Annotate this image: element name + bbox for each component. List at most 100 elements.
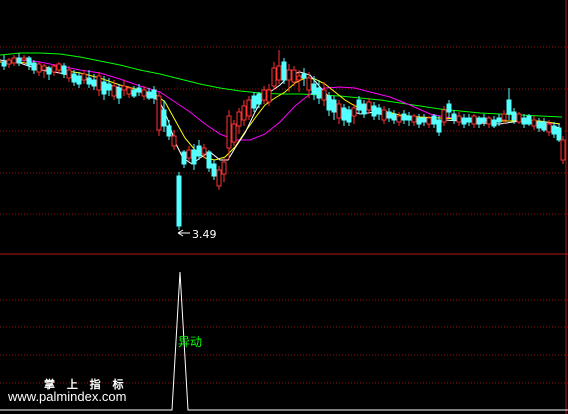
candle-body <box>36 63 42 73</box>
candle-body <box>21 57 27 61</box>
candle-body <box>156 95 162 131</box>
candle-body <box>376 107 382 115</box>
candle-body <box>186 149 192 159</box>
candle-body <box>396 115 402 123</box>
candle-body <box>496 117 502 123</box>
candle-body <box>231 123 237 143</box>
candle-body <box>451 113 457 121</box>
candle-body <box>361 103 367 115</box>
candle-body <box>560 139 566 161</box>
candle-body <box>241 105 247 121</box>
candle-body <box>516 113 522 123</box>
candle-body <box>326 95 332 111</box>
candle-body <box>116 87 122 99</box>
candle-body <box>251 95 257 109</box>
candle-body <box>381 109 387 121</box>
candle-body <box>256 93 262 105</box>
candle-body <box>471 115 477 125</box>
candle-body <box>41 65 47 71</box>
candle-body <box>466 117 472 123</box>
candle-body <box>346 109 352 123</box>
candle-body <box>416 117 422 125</box>
candle-body <box>61 65 67 75</box>
candle-body <box>421 117 427 123</box>
candle-body <box>246 99 252 117</box>
candle-body <box>6 59 12 65</box>
candle-body <box>331 99 337 113</box>
candle-body <box>536 121 542 129</box>
candlestick-series <box>1 50 566 230</box>
candle-body <box>31 62 37 71</box>
candle-body <box>481 117 487 123</box>
watermark-url: www.palmindex.com <box>8 389 127 404</box>
candle-body <box>106 83 112 91</box>
candle-body <box>291 69 297 83</box>
candle-body <box>286 69 292 81</box>
candle-body <box>266 89 272 103</box>
candle-body <box>276 65 282 81</box>
candle-body <box>136 87 142 93</box>
candle-body <box>511 111 517 121</box>
candle-body <box>476 117 482 125</box>
candle-body <box>426 117 432 125</box>
candle-body <box>456 115 462 123</box>
candle-body <box>1 61 7 67</box>
candle-body <box>56 63 62 71</box>
candle-body <box>556 127 562 141</box>
candle-body <box>436 119 442 133</box>
candle-body <box>46 67 52 75</box>
candle-body <box>126 87 132 95</box>
candle-body <box>296 75 302 81</box>
candle-body <box>11 57 17 64</box>
candle-body <box>316 87 322 99</box>
candle-body <box>166 125 172 137</box>
candle-body <box>91 79 97 87</box>
candle-body <box>206 151 212 169</box>
candle-body <box>101 81 107 95</box>
candle-body <box>181 151 187 165</box>
candle-body <box>461 117 467 125</box>
candle-body <box>531 119 537 127</box>
candle-body <box>506 99 512 115</box>
sub-grid <box>0 299 568 384</box>
candle-body <box>311 83 317 95</box>
candle-body <box>236 111 242 127</box>
candle-body <box>271 67 277 87</box>
candle-body <box>146 91 152 99</box>
candle-body <box>336 103 342 119</box>
candle-body <box>226 115 232 149</box>
candle-body <box>76 75 82 85</box>
candle-body <box>431 115 437 125</box>
candle-body <box>351 107 357 117</box>
candle-body <box>386 111 392 119</box>
candle-body <box>151 89 157 99</box>
candle-body <box>441 109 447 123</box>
candle-body <box>196 145 202 157</box>
candle-body <box>131 89 137 97</box>
candle-body <box>86 77 92 85</box>
signal-label: 异动 <box>178 335 202 349</box>
candle-body <box>521 117 527 125</box>
candle-body <box>216 169 222 187</box>
ma-long-green <box>0 52 563 118</box>
candle-body <box>546 123 552 133</box>
candle-body <box>371 105 377 117</box>
candle-body <box>176 175 182 227</box>
candle-body <box>406 115 412 121</box>
candle-body <box>301 73 307 79</box>
candle-body <box>96 75 102 91</box>
stock-chart: 3.49 异动 <box>0 0 568 414</box>
candle-body <box>401 113 407 121</box>
candle-body <box>161 109 167 127</box>
candle-body <box>71 73 77 83</box>
candle-body <box>446 103 452 113</box>
candle-body <box>211 163 217 177</box>
candle-body <box>261 89 267 101</box>
candle-body <box>551 125 557 135</box>
candle-body <box>321 89 327 101</box>
candle-body <box>51 65 57 73</box>
candle-body <box>171 135 177 147</box>
candle-body <box>366 101 372 111</box>
candle-body <box>201 147 207 155</box>
candle-body <box>141 89 147 97</box>
